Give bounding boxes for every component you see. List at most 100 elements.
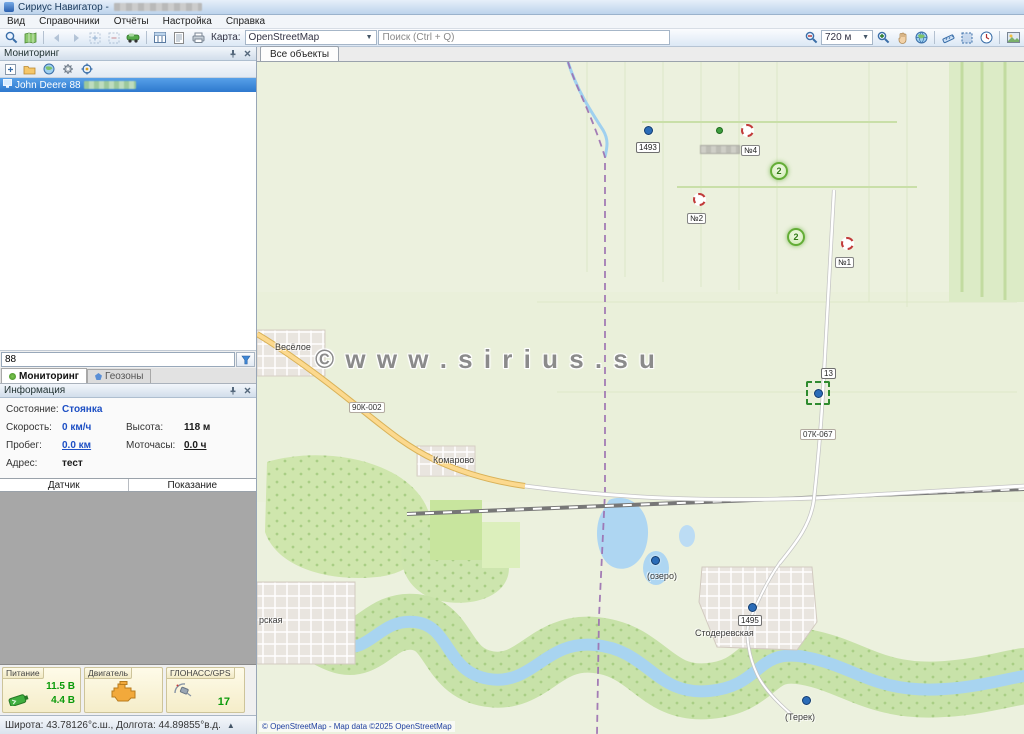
- map-provider-select[interactable]: OpenStreetMap ▼: [245, 30, 377, 45]
- field-marker-icon[interactable]: [741, 124, 754, 137]
- power-gauge-label: Питание: [2, 667, 44, 679]
- field-marker-icon[interactable]: [693, 193, 706, 206]
- left-panel: Мониторинг: [0, 47, 257, 734]
- place-label-komarovo: Комарово: [433, 455, 474, 465]
- map-tab-strip: Все объекты: [257, 47, 1024, 62]
- map-mode-icon[interactable]: [21, 30, 39, 46]
- groups-icon[interactable]: [21, 62, 38, 77]
- redacted-title-text: [114, 3, 202, 11]
- table-icon[interactable]: [151, 30, 169, 46]
- pin-icon[interactable]: [228, 49, 238, 59]
- sensor-table-header: Датчик Показание: [0, 478, 256, 492]
- menu-nastroyka[interactable]: Настройка: [156, 15, 219, 28]
- power-values: 11.5 В 4.4 В: [46, 680, 75, 708]
- forward-view-icon[interactable]: [67, 30, 85, 46]
- statusbar-toggle-icon[interactable]: ▲: [227, 721, 235, 730]
- units-tree[interactable]: John Deere 88: [0, 78, 256, 350]
- place-label-ozero: (озеро): [647, 571, 677, 581]
- map-select-label: Карта:: [208, 32, 244, 43]
- place-label-veseloe: Весёлое: [275, 342, 311, 352]
- close-icon[interactable]: [242, 386, 252, 396]
- pan-hand-icon[interactable]: [893, 30, 911, 46]
- road-shield-1493: 1493: [636, 142, 660, 153]
- menu-otchety[interactable]: Отчёты: [107, 15, 156, 28]
- select-area-icon[interactable]: [958, 30, 976, 46]
- redacted-map-label: [700, 145, 740, 154]
- battery-icon: [8, 692, 30, 708]
- track-follow-icon[interactable]: [78, 62, 95, 77]
- menu-spravka[interactable]: Справка: [219, 15, 272, 28]
- selected-unit-marker[interactable]: [814, 389, 823, 398]
- menu-vid[interactable]: Вид: [0, 15, 32, 28]
- power-gauge: Питание 11.5 В 4.4 В: [2, 667, 81, 713]
- zoom-rect-out-icon[interactable]: [105, 30, 123, 46]
- pin-icon[interactable]: [228, 386, 238, 396]
- zoom-window-icon[interactable]: [2, 30, 20, 46]
- expand-all-icon[interactable]: [2, 62, 19, 77]
- filter-funnel-icon[interactable]: [236, 352, 255, 367]
- unit-marker-dot[interactable]: [748, 603, 757, 612]
- field-label-n2: №2: [687, 213, 706, 224]
- tab-monitoring[interactable]: Мониторинг: [1, 368, 87, 383]
- reading-col-header[interactable]: Показание: [129, 479, 257, 491]
- settings-gear-icon[interactable]: [59, 62, 76, 77]
- tab-all-objects[interactable]: Все объекты: [260, 46, 339, 61]
- hours-value[interactable]: 0.0 ч: [184, 440, 250, 451]
- altitude-label: Высота:: [126, 422, 184, 433]
- measure-icon[interactable]: [939, 30, 957, 46]
- unit-marker-dot[interactable]: [651, 556, 660, 565]
- cluster-marker[interactable]: 2: [787, 228, 805, 246]
- engine-gauge: Двигатель: [84, 667, 163, 713]
- unit-label: John Deere 88: [15, 80, 81, 91]
- snapshot-icon[interactable]: [1004, 30, 1022, 46]
- menubar: Вид Справочники Отчёты Настройка Справка: [0, 15, 1024, 29]
- cluster-marker[interactable]: 2: [770, 162, 788, 180]
- unit-icon: [3, 79, 12, 91]
- unit-marker-dot[interactable]: [802, 696, 811, 705]
- address-label: Адрес:: [6, 458, 62, 469]
- info-fields: Состояние: Стоянка Скорость: 0 км/ч Высо…: [0, 398, 256, 478]
- back-view-icon[interactable]: [48, 30, 66, 46]
- titlebar[interactable]: Сириус Навигатор -: [0, 0, 1024, 15]
- road-shield-1495: 1495: [738, 615, 762, 626]
- toolbar-separator: [999, 31, 1000, 44]
- satellite-icon: [173, 681, 193, 699]
- show-on-map-icon[interactable]: [40, 62, 57, 77]
- filter-input[interactable]: [1, 352, 235, 367]
- print-icon[interactable]: [189, 30, 207, 46]
- coordinates-text: Широта: 43.78126°с.ш., Долгота: 44.89855…: [5, 720, 221, 731]
- unit-marker-green-dot[interactable]: [716, 127, 723, 134]
- place-label-stoderevskaya: Стодеревская: [695, 628, 754, 638]
- filter-row: [0, 350, 256, 368]
- zoom-out-icon[interactable]: [802, 30, 820, 46]
- sensor-table-body: [0, 492, 256, 665]
- board-voltage-value: 11.5 В: [46, 680, 75, 694]
- toolbar-separator: [43, 31, 44, 44]
- osm-attribution[interactable]: © OpenStreetMap - Map data ©2025 OpenStr…: [259, 721, 455, 732]
- field-marker-icon[interactable]: [841, 237, 854, 250]
- mileage-value[interactable]: 0.0 км: [62, 440, 126, 451]
- unit-marker-dot[interactable]: [644, 126, 653, 135]
- road-label-07k067: 07К-067: [800, 429, 836, 440]
- map-canvas[interactable]: 1493 №4 2 №2 2 №1 13 07К-067 90К-002 Вес…: [257, 62, 1024, 734]
- unit-tree-item[interactable]: John Deere 88: [0, 78, 256, 92]
- tab-monitoring-label: Мониторинг: [19, 371, 79, 382]
- menu-spravochniki[interactable]: Справочники: [32, 15, 107, 28]
- sensor-col-header[interactable]: Датчик: [0, 479, 129, 491]
- tab-geozones[interactable]: Геозоны: [87, 369, 152, 383]
- close-icon[interactable]: [242, 49, 252, 59]
- toolbar-separator: [146, 31, 147, 44]
- vehicle-icon[interactable]: [124, 30, 142, 46]
- map-scale-select[interactable]: 720 м ▼: [821, 30, 873, 45]
- zoom-rect-in-icon[interactable]: [86, 30, 104, 46]
- search-input[interactable]: [378, 30, 670, 45]
- globe-icon[interactable]: [912, 30, 930, 46]
- report-icon[interactable]: [170, 30, 188, 46]
- zoom-in-icon[interactable]: [874, 30, 892, 46]
- address-value: тест: [62, 458, 250, 469]
- clock-icon[interactable]: [977, 30, 995, 46]
- road-label-90k002: 90К-002: [349, 402, 385, 413]
- chevron-down-icon: ▼: [366, 34, 373, 41]
- engine-icon: [109, 680, 139, 704]
- toolbar-right-group: 720 м ▼: [802, 30, 1022, 46]
